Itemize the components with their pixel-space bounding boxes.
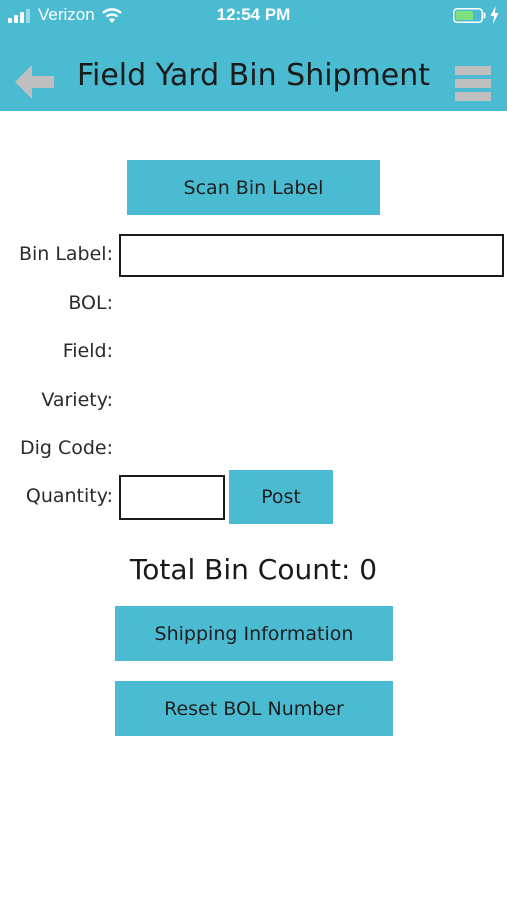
scan-bin-label-button[interactable]: Scan Bin Label bbox=[127, 160, 380, 215]
header-bar: Verizon 12:54 PM Field Yard Bin Shipment bbox=[0, 0, 507, 111]
field-label: Field: bbox=[62, 340, 113, 362]
back-arrow-icon[interactable] bbox=[12, 62, 56, 102]
battery-icon bbox=[453, 8, 486, 23]
dig-code-label: Dig Code: bbox=[19, 437, 113, 459]
quantity-label: Quantity: bbox=[25, 485, 113, 507]
app-screen: Verizon 12:54 PM Field Yard Bin Shipment bbox=[0, 0, 507, 900]
bin-label-label: Bin Label: bbox=[18, 243, 113, 265]
hamburger-menu-icon[interactable] bbox=[455, 66, 491, 102]
reset-bol-number-button[interactable]: Reset BOL Number bbox=[115, 681, 393, 736]
status-time: 12:54 PM bbox=[216, 5, 291, 24]
page-title: Field Yard Bin Shipment bbox=[76, 58, 431, 93]
charging-bolt-icon bbox=[490, 6, 499, 24]
bin-label-input[interactable] bbox=[119, 234, 504, 277]
variety-label: Variety: bbox=[41, 389, 113, 411]
status-bar: Verizon 12:54 PM bbox=[0, 0, 507, 32]
total-bin-count: Total Bin Count: 0 bbox=[129, 553, 378, 586]
shipping-information-button[interactable]: Shipping Information bbox=[115, 606, 393, 661]
quantity-input[interactable] bbox=[119, 475, 225, 520]
post-button[interactable]: Post bbox=[229, 470, 333, 524]
bol-label: BOL: bbox=[68, 292, 113, 314]
